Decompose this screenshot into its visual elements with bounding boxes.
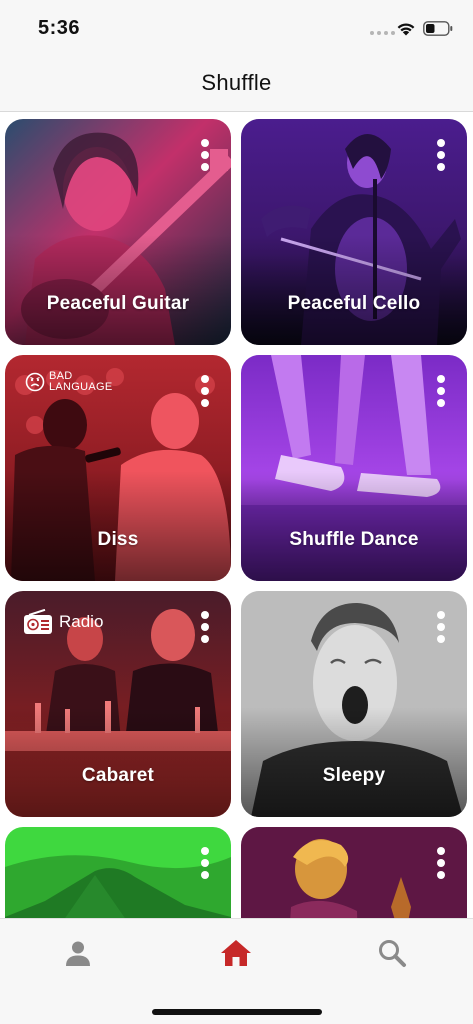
tile-gradient	[241, 235, 467, 345]
app-screen: 5:36 Shuffle Peaceful Guitar Peaceful Ce…	[0, 0, 473, 1024]
tile-title: Peaceful Cello	[287, 293, 421, 314]
playlist-tile-shuffle-dance[interactable]: Shuffle Dance	[241, 355, 467, 581]
tile-gradient	[5, 471, 231, 581]
tile-title: Diss	[97, 529, 139, 550]
tile-title: Shuffle Dance	[289, 529, 419, 550]
tab-search[interactable]	[372, 933, 412, 973]
tab-home[interactable]	[216, 933, 256, 973]
status-time: 5:36	[38, 17, 81, 39]
more-options-icon[interactable]	[200, 847, 210, 883]
radio-icon	[24, 609, 52, 634]
explicit-badge: BAD LANGUAGE	[25, 370, 113, 393]
tile-title: Cabaret	[81, 765, 155, 786]
more-options-icon[interactable]	[200, 375, 210, 411]
search-icon	[379, 940, 406, 967]
playlist-tile-peaceful-guitar[interactable]: Peaceful Guitar	[5, 119, 231, 345]
radio-badge: Radio	[23, 609, 103, 635]
playlist-tile-sleepy[interactable]: Sleepy	[241, 591, 467, 817]
frown-face-icon	[25, 372, 45, 392]
tile-gradient	[5, 235, 231, 345]
more-options-icon[interactable]	[200, 139, 210, 175]
playlist-tile-diss[interactable]: BAD LANGUAGE Diss	[5, 355, 231, 581]
status-bar: 5:36	[0, 0, 473, 56]
badge-text: Radio	[59, 612, 104, 631]
tile-artwork	[5, 827, 231, 918]
tile-title: Sleepy	[322, 765, 386, 786]
battery-icon	[423, 21, 453, 36]
home-icon	[221, 940, 251, 966]
wifi-icon	[397, 23, 415, 36]
more-options-icon[interactable]	[436, 847, 446, 883]
tile-gradient	[5, 707, 231, 817]
playlist-tile-performer[interactable]	[241, 827, 467, 918]
tile-gradient	[241, 471, 467, 581]
tab-profile[interactable]	[58, 933, 98, 973]
more-options-icon[interactable]	[436, 139, 446, 175]
signal-dots-icon	[370, 31, 395, 35]
more-options-icon[interactable]	[436, 375, 446, 411]
tile-gradient	[241, 707, 467, 817]
more-options-icon[interactable]	[200, 611, 210, 647]
playlist-grid[interactable]: Peaceful Guitar Peaceful Cello BAD LANGU…	[0, 112, 473, 918]
playlist-tile-peaceful-cello[interactable]: Peaceful Cello	[241, 119, 467, 345]
more-options-icon[interactable]	[436, 611, 446, 647]
badge-text: BAD LANGUAGE	[49, 370, 113, 393]
playlist-tile-cabaret[interactable]: Radio Cabaret	[5, 591, 231, 817]
tile-title: Peaceful Guitar	[46, 293, 190, 314]
navigation-bar: Shuffle	[0, 56, 473, 112]
tile-artwork	[241, 827, 467, 918]
tab-bar	[0, 918, 473, 1024]
page-title: Shuffle	[201, 70, 272, 95]
person-icon	[66, 941, 90, 966]
playlist-tile-landscape[interactable]	[5, 827, 231, 918]
home-indicator	[152, 1009, 322, 1015]
